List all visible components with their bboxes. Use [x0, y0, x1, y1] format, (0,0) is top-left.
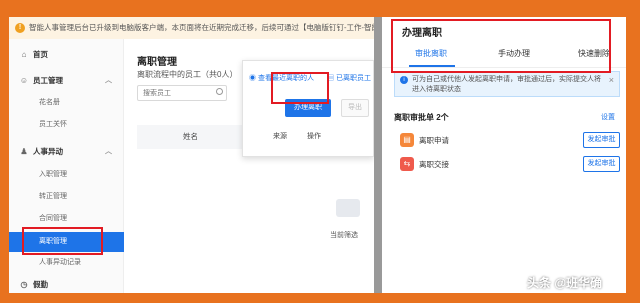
- resigned-employees-link[interactable]: ▤ 已离职员工: [327, 73, 371, 83]
- info-icon: i: [400, 76, 408, 84]
- panel-shadow: [374, 17, 382, 293]
- sidebar-item-transfer-log[interactable]: 人事异动记录: [9, 253, 124, 273]
- close-icon[interactable]: ×: [609, 75, 614, 85]
- search-input[interactable]: [137, 85, 227, 101]
- page-subtitle: 离职流程中的员工（共0人）: [137, 70, 238, 79]
- warning-icon: !: [15, 23, 25, 33]
- approval-list-title: 离职审批单 2个: [394, 113, 449, 122]
- app-window: ! 智能人事管理后台已升级到电脑版客户端，本页面将在近期完成迁移，后续可通过【电…: [9, 17, 626, 293]
- chevron-up-icon: ︿: [105, 148, 112, 155]
- document-icon: ▤: [400, 133, 414, 147]
- start-approval-button[interactable]: 发起审批: [583, 156, 620, 172]
- sidebar-group-transfer[interactable]: ♟ 人事异动 ︿: [9, 142, 124, 162]
- start-approval-button[interactable]: 发起审批: [583, 132, 620, 148]
- chevron-up-icon: ︿: [105, 77, 112, 84]
- column-header-name: 姓名: [183, 132, 198, 141]
- people-icon: ♟: [20, 147, 28, 156]
- empty-state-icon: [336, 199, 360, 217]
- column-header-actions: 操作: [307, 133, 321, 140]
- info-text: 可为自己或代他人发起离职申请，审批通过后，实际提交人将进入待离职状态: [412, 76, 601, 93]
- notice-text: 智能人事管理后台已升级到电脑版客户端，本页面将在近期完成迁移，后续可通过【电脑版…: [29, 23, 381, 32]
- search-icon[interactable]: [216, 88, 223, 95]
- list-item: ▤ 离职申请 发起审批: [394, 129, 620, 153]
- sidebar-group-attendance[interactable]: ◷ 假勤: [9, 275, 124, 293]
- info-banner: i 可为自己或代他人发起离职申请，审批通过后，实际提交人将进入待离职状态 ×: [394, 71, 620, 97]
- upgrade-notice-bar: ! 智能人事管理后台已升级到电脑版客户端，本页面将在近期完成迁移，后续可通过【电…: [9, 17, 381, 39]
- highlight-box-sidebar: [22, 227, 103, 255]
- home-icon: ⌂: [21, 50, 27, 59]
- export-button[interactable]: 导出: [341, 99, 369, 117]
- sidebar-item-onboarding[interactable]: 入职管理: [9, 165, 124, 185]
- column-header-source: 来源: [273, 133, 287, 140]
- clock-icon: ◷: [20, 280, 28, 289]
- sidebar-item-care[interactable]: 员工关怀: [9, 115, 124, 135]
- sidebar-item-contract[interactable]: 合同管理: [9, 209, 124, 229]
- settings-link[interactable]: 设置: [601, 112, 615, 122]
- row-label: 离职交接: [419, 160, 449, 169]
- list-item: ⇆ 离职交接 发起审批: [394, 153, 620, 177]
- row-label: 离职申请: [419, 136, 449, 145]
- highlight-box-button: [271, 72, 329, 104]
- user-icon: ☺: [19, 76, 29, 85]
- sidebar-item-home[interactable]: ⌂ 首页: [9, 45, 124, 65]
- sidebar-item-roster[interactable]: 花名册: [9, 93, 124, 113]
- empty-state-text: 当前筛选: [330, 232, 358, 239]
- transfer-icon: ⇆: [400, 157, 414, 171]
- sidebar-item-regularization[interactable]: 转正管理: [9, 187, 124, 207]
- watermark: 头条 @班华确: [527, 276, 603, 290]
- sidebar-group-employee[interactable]: ☺ 员工管理 ︿: [9, 71, 124, 91]
- highlight-box-drawer-header: [391, 19, 611, 73]
- page-title: 离职管理: [137, 57, 177, 68]
